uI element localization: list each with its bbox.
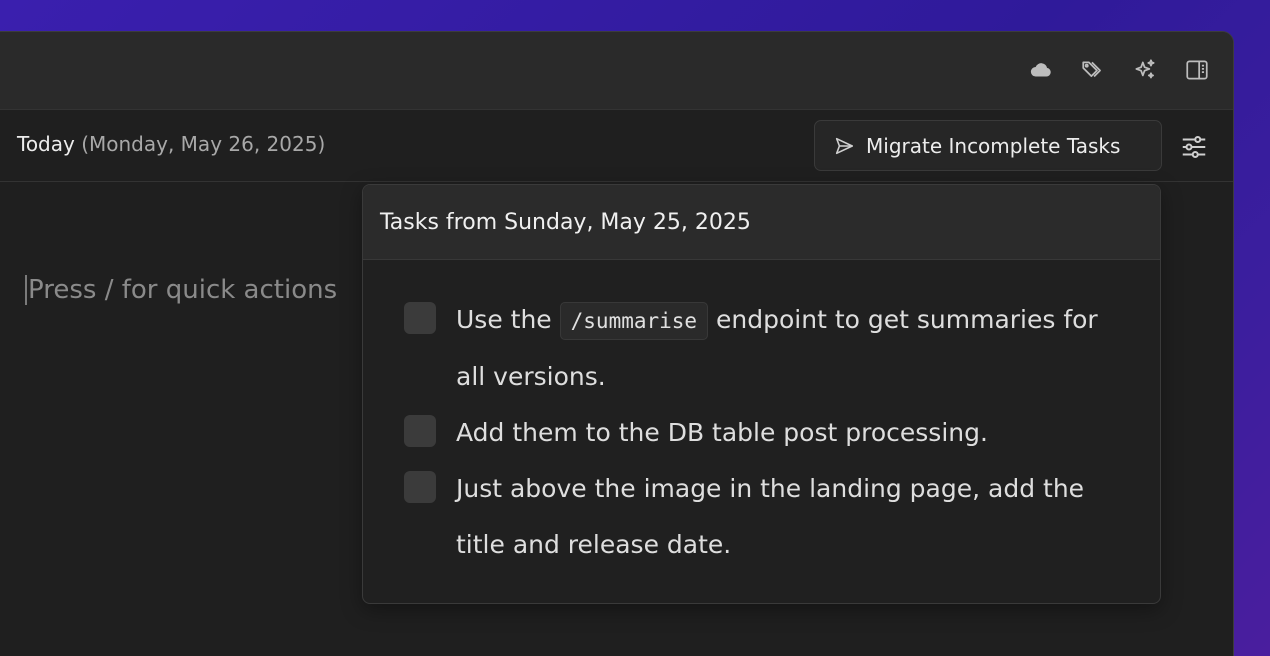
editor-input[interactable]: Press / for quick actions	[25, 275, 337, 305]
task-checkbox[interactable]	[404, 302, 436, 334]
filter-settings-icon[interactable]	[1179, 132, 1209, 162]
task-text-part: Use the	[456, 305, 560, 334]
cloud-icon[interactable]	[1027, 56, 1055, 84]
task-item: Use the /summarise endpoint to get summa…	[404, 292, 1130, 405]
titlebar	[0, 32, 1233, 110]
day-title: Today (Monday, May 26, 2025)	[17, 132, 325, 156]
today-date: (Monday, May 26, 2025)	[81, 132, 326, 156]
send-icon	[835, 137, 854, 154]
task-item: Just above the image in the landing page…	[404, 461, 1130, 573]
task-text: Use the /summarise endpoint to get summa…	[456, 292, 1130, 405]
task-text: Just above the image in the landing page…	[456, 474, 1085, 559]
tags-icon[interactable]	[1079, 56, 1107, 84]
migrate-incomplete-tasks-button[interactable]: Migrate Incomplete Tasks	[814, 120, 1162, 171]
popover-title: Tasks from Sunday, May 25, 2025	[363, 185, 1160, 260]
task-checkbox[interactable]	[404, 415, 436, 447]
today-label: Today	[17, 132, 75, 156]
task-checkbox[interactable]	[404, 471, 436, 503]
inline-code: /summarise	[559, 302, 709, 340]
day-header-bar: Today (Monday, May 26, 2025) Migrate Inc…	[0, 110, 1233, 182]
task-item: Add them to the DB table post processing…	[404, 405, 1130, 461]
previous-tasks-popover: Tasks from Sunday, May 25, 2025 Use the …	[362, 184, 1161, 604]
task-list: Use the /summarise endpoint to get summa…	[363, 260, 1160, 573]
migrate-button-label: Migrate Incomplete Tasks	[866, 133, 1121, 158]
sidebar-toggle-icon[interactable]	[1183, 56, 1211, 84]
task-text: Add them to the DB table post processing…	[456, 418, 988, 447]
sparkles-icon[interactable]	[1131, 56, 1159, 84]
